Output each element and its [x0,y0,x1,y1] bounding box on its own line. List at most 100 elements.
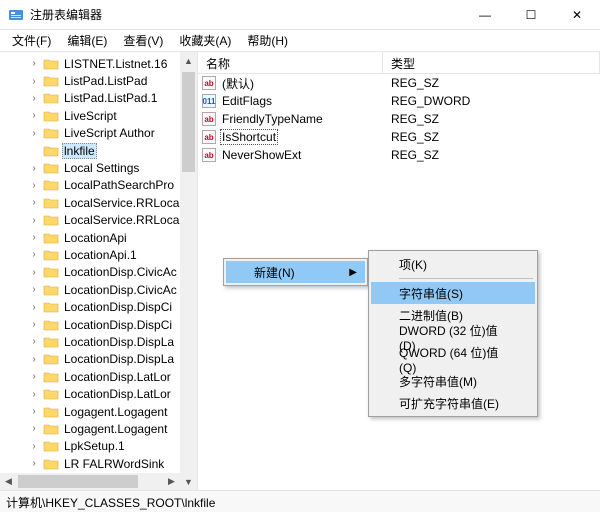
tree-item-label: LiveScript Author [62,126,157,140]
folder-icon [43,144,59,158]
tree-item[interactable]: ›Logagent.Logagent [0,420,198,437]
tree-item[interactable]: ›LocationDisp.CivicAc [0,281,198,298]
menu-favorites[interactable]: 收藏夹(A) [171,30,239,51]
context-menu-primary: 新建(N) ▶ [223,258,368,286]
list-header: 名称 类型 [198,52,600,74]
tree-item[interactable]: lnkfile [0,142,198,159]
tree-item[interactable]: ›LocationDisp.DispCi [0,298,198,315]
folder-icon [43,283,59,297]
folder-icon [43,74,59,88]
folder-icon [43,439,59,453]
tree-item[interactable]: ›LiveScript [0,107,198,124]
value-name: NeverShowExt [220,148,303,162]
chevron-right-icon: › [28,215,40,226]
menu-view[interactable]: 查看(V) [115,30,171,51]
ctx-new-item[interactable]: 字符串值(S) [371,282,535,304]
tree-item-label: Local Settings [62,161,141,175]
folder-icon [43,265,59,279]
ctx-new-item[interactable]: 可扩充字符串值(E) [371,392,535,414]
tree-item-label: Logagent.Logagent [62,405,169,419]
maximize-button[interactable]: ☐ [508,0,554,29]
value-name: EditFlags [220,94,274,108]
value-name: IsShortcut [220,129,278,145]
tree-scrollbar-v[interactable]: ▲ ▼ [180,52,197,490]
col-type[interactable]: 类型 [383,52,600,73]
list-row[interactable]: ab IsShortcut REG_SZ [198,128,600,146]
folder-icon [43,231,59,245]
ctx-new[interactable]: 新建(N) ▶ [226,261,365,283]
statusbar: 计算机\HKEY_CLASSES_ROOT\lnkfile [0,490,600,512]
chevron-right-icon: › [28,163,40,174]
tree-scroll-thumb-h[interactable] [18,475,138,488]
chevron-right-icon: › [28,371,40,382]
list-row[interactable]: abNeverShowExtREG_SZ [198,146,600,164]
tree-item[interactable]: ›LR FALRWordSink [0,455,198,472]
tree-scroll-left[interactable]: ◀ [0,473,17,490]
tree-item[interactable]: ›LpkSetup.1 [0,438,198,455]
tree-item[interactable]: ›LocationDisp.CivicAc [0,264,198,281]
folder-icon [43,57,59,71]
tree-item[interactable]: ›ListPad.ListPad.1 [0,90,198,107]
menu-help[interactable]: 帮助(H) [239,30,296,51]
tree-pane: ›LISTNET.Listnet.16›ListPad.ListPad›List… [0,52,198,490]
folder-icon [43,335,59,349]
value-type: REG_SZ [383,76,600,90]
tree-item[interactable]: ›LocationDisp.DispCi [0,316,198,333]
tree-item[interactable]: ›LiveScript Author [0,125,198,142]
tree-item[interactable]: ›ListPad.ListPad [0,72,198,89]
folder-icon [43,126,59,140]
chevron-right-icon: › [28,354,40,365]
tree-scroll-right[interactable]: ▶ [163,473,180,490]
tree-scroll-down[interactable]: ▼ [180,473,197,490]
window-buttons: — ☐ ✕ [462,0,600,29]
tree-item-label: LocationApi.1 [62,248,139,262]
tree-item[interactable]: ›LocalPathSearchPro [0,177,198,194]
titlebar: 注册表编辑器 — ☐ ✕ [0,0,600,30]
tree-item-label: LocationDisp.DispLa [62,335,176,349]
list-row[interactable]: abFriendlyTypeNameREG_SZ [198,110,600,128]
ctx-new-item[interactable]: 项(K) [371,253,535,275]
window-title: 注册表编辑器 [30,6,462,23]
ctx-new-label: 新建(N) [254,264,295,281]
string-value-icon: ab [202,130,216,144]
chevron-right-icon: › [28,336,40,347]
list-row[interactable]: ab(默认)REG_SZ [198,74,600,92]
chevron-right-icon: › [28,302,40,313]
chevron-right-icon: › [28,458,40,469]
ctx-new-item[interactable]: 多字符串值(M) [371,370,535,392]
close-button[interactable]: ✕ [554,0,600,29]
tree-item[interactable]: ›LocalService.RRLoca [0,212,198,229]
tree-item-label: LocationDisp.CivicAc [62,265,179,279]
chevron-right-icon: › [28,423,40,434]
chevron-right-icon: › [28,249,40,260]
tree-item[interactable]: › LocationDisp.DispLa [0,333,198,350]
tree-item[interactable]: › LocationApi.1 [0,246,198,263]
tree-item[interactable]: ›LocalService.RRLoca [0,194,198,211]
tree-item[interactable]: ›LocationDisp.DispLa [0,351,198,368]
menu-edit[interactable]: 编辑(E) [59,30,115,51]
tree-item[interactable]: › Local Settings [0,159,198,176]
col-name[interactable]: 名称 [198,52,383,73]
minimize-button[interactable]: — [462,0,508,29]
value-type: REG_SZ [383,130,600,144]
tree-item-label: LocationDisp.DispCi [62,318,174,332]
ctx-new-item[interactable]: QWORD (64 位)值(Q) [371,348,535,370]
folder-icon [43,248,59,262]
tree-item[interactable]: ›Logagent.Logagent [0,403,198,420]
tree-scroll-thumb-v[interactable] [182,72,195,172]
tree-item[interactable]: ›LISTNET.Listnet.16 [0,55,198,72]
tree-scroll-up[interactable]: ▲ [180,52,197,69]
tree-item[interactable]: ›LocationDisp.LatLor [0,368,198,385]
tree-scrollbar-h[interactable]: ◀ ▶ [0,473,180,490]
tree-item[interactable]: ›LocationDisp.LatLor [0,385,198,402]
binary-value-icon: 011 [202,94,216,108]
tree-item[interactable]: › LocationApi [0,229,198,246]
tree-item-label: LocationApi [62,231,129,245]
folder-icon [43,300,59,314]
folder-icon [43,370,59,384]
chevron-right-icon: › [28,232,40,243]
submenu-arrow-icon: ▶ [349,267,357,278]
folder-icon [43,213,59,227]
menu-file[interactable]: 文件(F) [4,30,59,51]
list-row[interactable]: 011EditFlagsREG_DWORD [198,92,600,110]
